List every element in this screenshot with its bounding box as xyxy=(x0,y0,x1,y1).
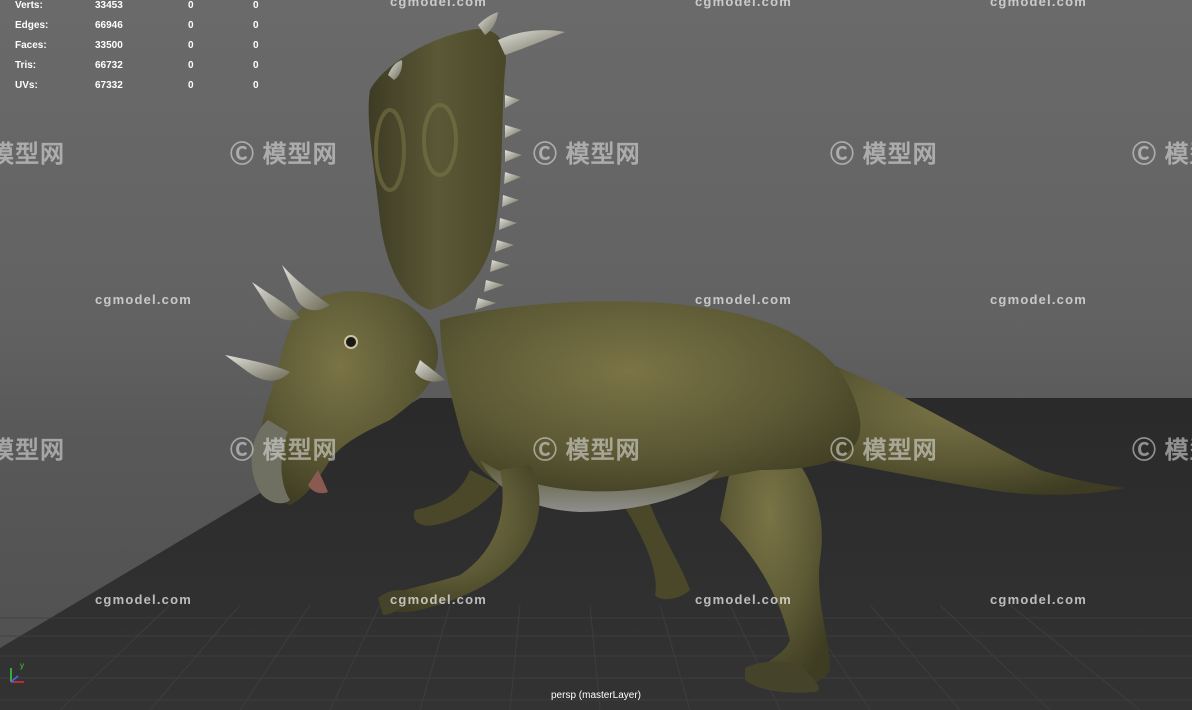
hud-selected: 0 xyxy=(188,80,194,91)
axis-gizmo-icon: y xyxy=(10,661,24,683)
watermark-site-9: cgmodel.com xyxy=(695,592,792,607)
axis-y-label: y xyxy=(20,661,24,670)
watermark-site-7: cgmodel.com xyxy=(95,592,192,607)
watermark-logo-text: 模型网 xyxy=(565,141,641,168)
hud-tri-selected: 0 xyxy=(253,40,259,51)
hud-total: 33453 xyxy=(95,0,123,11)
hud-total: 66732 xyxy=(95,60,123,71)
hud-tri-selected: 0 xyxy=(253,60,259,71)
dino-eye xyxy=(344,335,358,349)
watermark-logo-text: 模型网 xyxy=(862,141,938,168)
watermark-logo-3: Ⓒ 模型网 xyxy=(533,141,641,168)
watermark-logo-10: Ⓒ 模型网 xyxy=(1132,430,1192,465)
hud-total: 67332 xyxy=(95,80,123,91)
hud-label: Edges: xyxy=(15,20,49,31)
camera-label: persp (masterLayer) xyxy=(550,690,642,701)
hud-label: Verts: xyxy=(15,0,43,11)
maya-viewport[interactable]: 模型网 Ⓒ 模型网 Ⓒ 模型网 Ⓒ 模型网 Ⓒ 模型网 模型网 Ⓒ 模型网 Ⓒ … xyxy=(0,0,1192,710)
watermark-logo-6: 模型网 xyxy=(0,430,65,465)
watermark-site-10: cgmodel.com xyxy=(990,592,1087,607)
watermark-logo-9: Ⓒ 模型网 xyxy=(830,437,938,464)
dino-frill xyxy=(368,29,506,311)
watermark-logo-text: 模型网 xyxy=(565,437,641,464)
watermark-site-1: cgmodel.com xyxy=(390,0,487,9)
watermark-logo-text: 模型网 xyxy=(0,141,65,168)
watermark-logo-5: Ⓒ 模型网 xyxy=(1132,134,1192,169)
hud-selected: 0 xyxy=(188,0,194,11)
watermark-logo-text: 模型网 xyxy=(262,437,338,464)
watermark-site-3: cgmodel.com xyxy=(990,0,1087,9)
hud-label: Faces: xyxy=(15,40,47,51)
hud-selected: 0 xyxy=(188,60,194,71)
watermark-site-2: cgmodel.com xyxy=(695,0,792,9)
watermark-logo-text: 模型网 xyxy=(262,141,338,168)
watermark-logo-1: 模型网 xyxy=(0,134,65,169)
watermark-logo-7: Ⓒ 模型网 xyxy=(230,437,338,464)
hud-tri-selected: 0 xyxy=(253,80,259,91)
watermark-logo-8: Ⓒ 模型网 xyxy=(533,437,641,464)
watermark-logo-4: Ⓒ 模型网 xyxy=(830,141,938,168)
watermark-site-6: cgmodel.com xyxy=(990,292,1087,307)
hud-total: 33500 xyxy=(95,40,123,51)
hud-selected: 0 xyxy=(188,40,194,51)
hud-label: UVs: xyxy=(15,80,38,91)
watermark-site-4: cgmodel.com xyxy=(95,292,192,307)
watermark-site-5: cgmodel.com xyxy=(695,292,792,307)
watermark-logo-text: 模型网 xyxy=(0,437,65,464)
hud-selected: 0 xyxy=(188,20,194,31)
hud-tri-selected: 0 xyxy=(253,20,259,31)
hud-tri-selected: 0 xyxy=(253,0,259,11)
watermark-logo-text: 模型网 xyxy=(1164,437,1192,464)
hud-label: Tris: xyxy=(15,60,37,71)
watermark-logo-text: 模型网 xyxy=(862,437,938,464)
watermark-logo-text: 模型网 xyxy=(1164,141,1192,168)
watermark-site-8: cgmodel.com xyxy=(390,592,487,607)
watermark-logo-2: Ⓒ 模型网 xyxy=(230,141,338,168)
hud-total: 66946 xyxy=(95,20,123,31)
